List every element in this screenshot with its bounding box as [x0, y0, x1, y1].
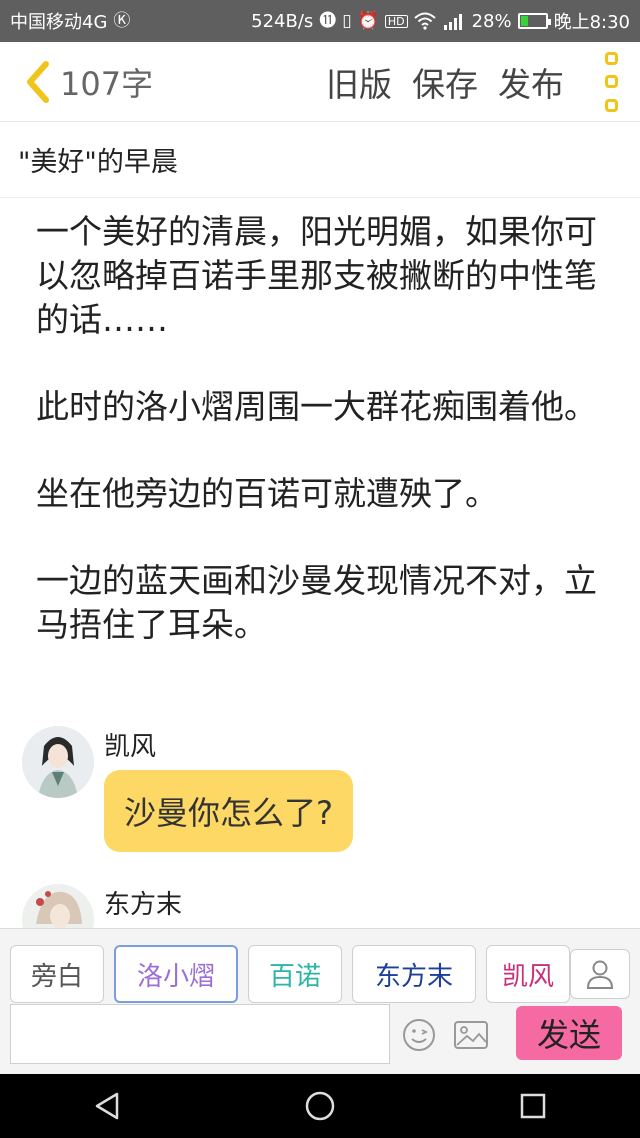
- narration-paragraph: 坐在他旁边的百诺可就遭殃了。: [36, 474, 498, 513]
- character-name: 凯风: [104, 732, 157, 762]
- carrier-label: 中国移动4G: [10, 12, 108, 33]
- triangle-back-icon: [95, 1092, 118, 1120]
- chat-message[interactable]: 凯风 沙曼你怎么了?: [22, 726, 422, 866]
- avatar: [22, 884, 94, 928]
- system-nav-bar: [0, 1074, 640, 1138]
- nav-back-button[interactable]: [77, 1076, 137, 1136]
- nav-recents-button[interactable]: [503, 1076, 563, 1136]
- chip-label: 凯风: [501, 961, 554, 992]
- menu-dot: [604, 98, 618, 112]
- nav-home-button[interactable]: [290, 1076, 350, 1136]
- chat-message[interactable]: 东方末: [22, 884, 422, 928]
- chip-label: 百诺: [268, 961, 321, 992]
- character-chip-narrator[interactable]: 旁白: [10, 945, 104, 1003]
- chip-label: 洛小熠: [136, 961, 215, 992]
- image-icon: [454, 1021, 488, 1049]
- avatar: [22, 726, 94, 798]
- menu-dot: [604, 75, 618, 88]
- network-speed: 524B/s: [251, 10, 314, 32]
- story-title-row[interactable]: "美好"的早晨: [0, 122, 640, 198]
- old-version-button[interactable]: 旧版: [326, 58, 392, 106]
- alarm-icon: ⏰: [357, 10, 379, 31]
- back-button[interactable]: [10, 42, 64, 122]
- word-count: 107字: [60, 64, 154, 103]
- hd-icon: HD: [384, 14, 408, 28]
- character-manage-button[interactable]: [570, 949, 630, 999]
- status-bar: 中国移动4G Ⓚ 524B/s ⓫ ▯ ⏰ HD 28% 晚上8:30: [0, 0, 640, 42]
- circle-home-icon: [305, 1091, 335, 1121]
- story-content[interactable]: 一个美好的清晨，阳光明媚，如果你可以忽略掉百诺手里那支被撇断的中性笔的话…… 此…: [36, 210, 616, 690]
- character-chip-dongfangmo[interactable]: 东方末: [352, 945, 476, 1003]
- square-recents-icon: [521, 1093, 546, 1119]
- speech-bubble: 沙曼你怎么了?: [104, 770, 353, 852]
- nfc-icon: ⓫: [319, 10, 337, 31]
- message-input[interactable]: [10, 1004, 390, 1064]
- character-chip-kaifeng[interactable]: 凯风: [486, 945, 570, 1003]
- narration-paragraph: 此时的洛小熠周围一大群花痴围着他。: [36, 387, 597, 426]
- story-title: "美好"的早晨: [18, 147, 178, 178]
- editor-header: 107字 旧版 保存 发布: [0, 42, 640, 122]
- carrier-k-icon: Ⓚ: [113, 10, 131, 31]
- character-portrait-icon: [22, 726, 94, 798]
- chip-label: 东方末: [374, 961, 453, 992]
- image-button[interactable]: [452, 1016, 490, 1054]
- chevron-left-icon: [27, 60, 49, 103]
- emoji-button[interactable]: [400, 1016, 438, 1054]
- character-chip-bainuo[interactable]: 百诺: [248, 945, 342, 1003]
- save-button[interactable]: 保存: [412, 58, 478, 106]
- character-selector-bar: 旁白 洛小熠 百诺 东方末 凯风: [0, 928, 640, 1004]
- narration-paragraph: 一个美好的清晨，阳光明媚，如果你可以忽略掉百诺手里那支被撇断的中性笔的话……: [36, 212, 597, 339]
- composer-row: 发送: [0, 1004, 640, 1074]
- battery-icon: [517, 13, 551, 29]
- menu-dot: [604, 51, 618, 65]
- character-portrait-icon: [22, 884, 94, 928]
- wifi-icon: [413, 12, 436, 30]
- signal-icon: [443, 14, 462, 30]
- publish-button[interactable]: 发布: [498, 58, 564, 106]
- vibrate-icon: ▯: [342, 10, 352, 31]
- character-chip-luo-xiaoyi[interactable]: 洛小熠: [114, 945, 238, 1003]
- more-menu-button[interactable]: [596, 51, 626, 112]
- chip-label: 旁白: [30, 961, 83, 992]
- clock: 晚上8:30: [553, 12, 630, 33]
- character-name: 东方末: [104, 890, 183, 920]
- person-icon: [586, 960, 614, 989]
- narration-paragraph: 一边的蓝天画和沙曼发现情况不对，立马捂住了耳朵。: [36, 561, 597, 644]
- battery-percent: 28%: [471, 10, 512, 32]
- send-button[interactable]: 发送: [516, 1006, 622, 1060]
- smiley-icon: [403, 1019, 435, 1051]
